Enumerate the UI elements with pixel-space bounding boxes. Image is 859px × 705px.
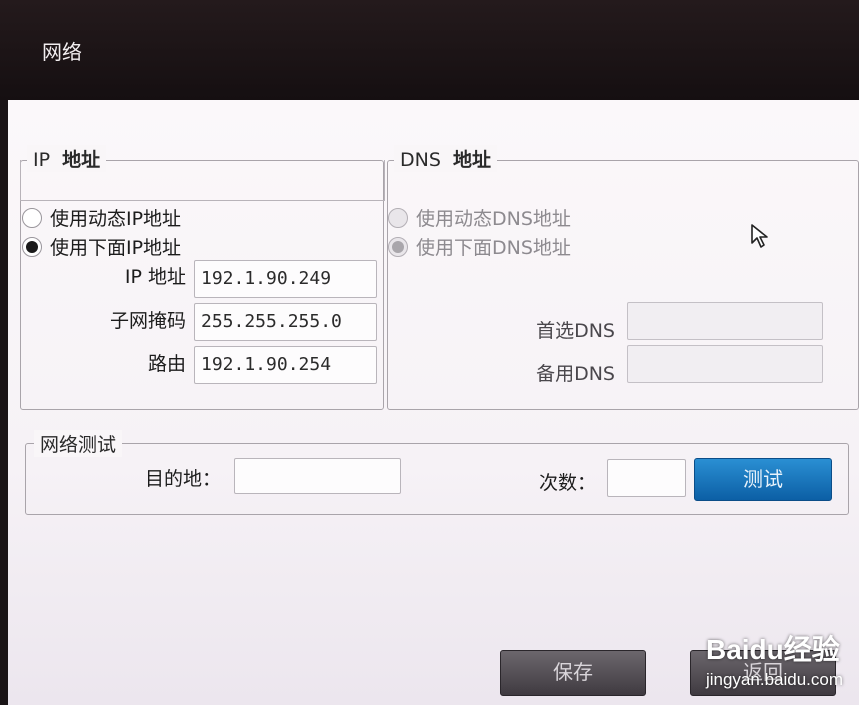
radio-dynamic-dns[interactable]: 使用动态DNS地址 (388, 204, 571, 231)
radio-unselected-icon[interactable] (388, 207, 408, 228)
radio-manual-dns-label: 使用下面DNS地址 (416, 237, 571, 259)
save-button[interactable]: 保存 (500, 650, 646, 696)
network-test-legend: 网络测试 (34, 430, 123, 457)
radio-manual-dns[interactable]: 使用下面DNS地址 (388, 233, 571, 260)
secondary-dns-label: 备用DNS (536, 363, 615, 385)
radio-dynamic-ip-label: 使用动态IP地址 (50, 208, 182, 230)
secondary-dns-input[interactable] (627, 345, 823, 383)
destination-input[interactable] (234, 458, 401, 494)
ip-header-box (20, 160, 385, 201)
radio-manual-ip[interactable]: 使用下面IP地址 (22, 233, 181, 260)
test-button[interactable]: 测试 (694, 458, 832, 501)
subnet-mask-label: 子网掩码 (109, 310, 186, 332)
dns-address-legend: DNS 地址 (394, 145, 498, 172)
watermark-url: jingyan.baidu.com (705, 670, 843, 689)
count-label: 次数： (539, 472, 597, 494)
ip-address-label: IP 地址 (124, 266, 186, 288)
primary-dns-input[interactable] (627, 302, 823, 340)
radio-dynamic-ip[interactable]: 使用动态IP地址 (22, 204, 181, 231)
ip-address-input[interactable]: 192.1.90.249 (194, 260, 377, 298)
gateway-input[interactable]: 192.1.90.254 (194, 346, 377, 384)
primary-dns-label: 首选DNS (536, 320, 615, 342)
gateway-label: 路由 (147, 353, 186, 375)
network-settings-panel: IP 地址 使用动态IP地址 使用下面IP地址 IP 地址 192.1.90.2… (8, 100, 859, 705)
baidu-watermark: Baidu经验 jingyan.baidu.com (706, 628, 843, 690)
window-title-bar: 网络 (0, 0, 859, 100)
count-input[interactable] (607, 459, 686, 497)
radio-dynamic-dns-label: 使用动态DNS地址 (416, 208, 571, 230)
radio-unselected-icon[interactable] (22, 207, 42, 228)
baidu-paw-icon: Baidu经验 (705, 634, 840, 665)
subnet-mask-input[interactable]: 255.255.255.0 (194, 303, 377, 341)
destination-label: 目的地： (145, 468, 222, 490)
radio-manual-ip-label: 使用下面IP地址 (50, 237, 182, 259)
mouse-pointer-icon (751, 224, 768, 248)
window-title: 网络 (42, 40, 82, 64)
radio-selected-icon[interactable] (388, 236, 408, 257)
radio-selected-icon[interactable] (22, 236, 42, 257)
